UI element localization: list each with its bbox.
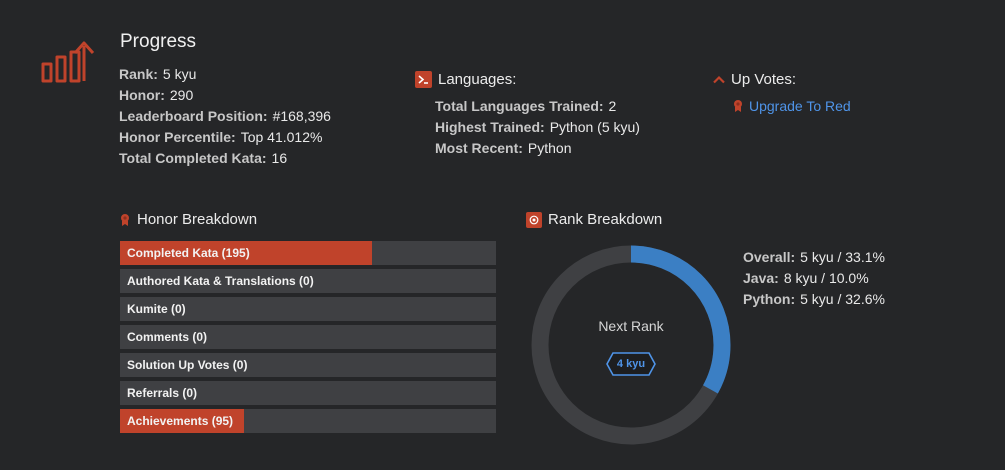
most-recent-row: Most Recent: Python [435, 140, 572, 156]
upgrade-row: Upgrade To Red [733, 98, 851, 114]
honor-row: Honor: 290 [119, 87, 194, 103]
honor-bar-completed-kata: Completed Kata (195) [120, 241, 496, 265]
languages-header: Languages: [415, 71, 516, 88]
target-icon [526, 211, 542, 228]
rank-donut: Next Rank 4 kyu [529, 243, 733, 447]
progress-stats: Rank: 5 kyu Honor: 290 Leaderboard Positio… [119, 64, 331, 169]
rank-breakdown-header: Rank Breakdown [526, 211, 662, 228]
honor-breakdown-bars: Completed Kata (195) Authored Kata & Tra… [120, 241, 496, 437]
honor-bar-achievements: Achievements (95) [120, 409, 496, 433]
honor-bar-authored-kata: Authored Kata & Translations (0) [120, 269, 496, 293]
honor-percentile-row: Honor Percentile: Top 41.012% [119, 129, 323, 145]
next-rank-label: Next Rank [598, 318, 664, 334]
highest-trained-row: Highest Trained: Python (5 kyu) [435, 119, 640, 135]
honor-bar-solution-up-votes: Solution Up Votes (0) [120, 353, 496, 377]
honor-bar-comments: Comments (0) [120, 325, 496, 349]
total-languages-row: Total Languages Trained: 2 [435, 98, 617, 114]
upvotes-title: Up Votes: [731, 71, 797, 88]
python-rank-row: Python: 5 kyu / 32.6% [743, 291, 885, 307]
languages-title: Languages: [438, 71, 517, 88]
total-completed-kata-row: Total Completed Kata: 16 [119, 150, 288, 166]
languages-stats: Total Languages Trained: 2 Highest Traine… [435, 96, 640, 159]
honor-bar-referrals: Referrals (0) [120, 381, 496, 405]
progress-chart-icon [40, 38, 96, 84]
upgrade-to-red-link[interactable]: Upgrade To Red [749, 98, 851, 114]
medal-icon [120, 213, 130, 227]
next-rank-value: 4 kyu [616, 358, 646, 370]
rank-breakdown-title: Rank Breakdown [548, 211, 663, 228]
rank-stats: Overall: 5 kyu / 33.1% Java: 8 kyu / 10.0%… [743, 247, 885, 310]
chevron-up-icon [713, 75, 725, 84]
rank-row: Rank: 5 kyu [119, 66, 197, 82]
honor-breakdown-title: Honor Breakdown [137, 211, 258, 228]
upvotes-header: Up Votes: [713, 71, 796, 88]
terminal-icon [415, 71, 432, 88]
honor-breakdown-header: Honor Breakdown [120, 211, 257, 228]
progress-title: Progress [120, 31, 197, 52]
next-rank-badge: 4 kyu [606, 352, 656, 376]
overall-rank-row: Overall: 5 kyu / 33.1% [743, 249, 885, 265]
java-rank-row: Java: 8 kyu / 10.0% [743, 270, 869, 286]
medal-icon [733, 99, 743, 113]
honor-bar-kumite: Kumite (0) [120, 297, 496, 321]
leaderboard-position-row: Leaderboard Position: #168,396 [119, 108, 331, 124]
